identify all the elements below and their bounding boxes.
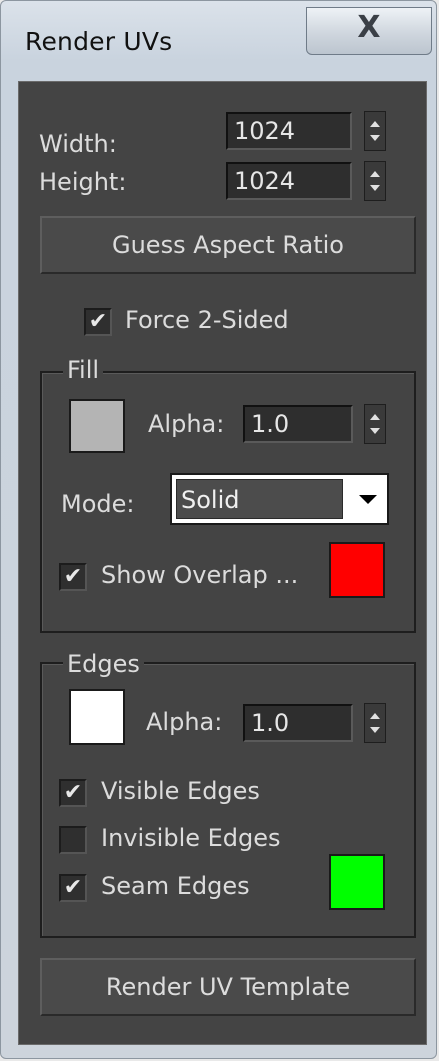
fill-alpha-label: Alpha: <box>148 410 225 438</box>
show-overlap-checkbox[interactable]: ✔ <box>59 563 87 591</box>
invisible-edges-checkbox[interactable] <box>59 826 87 854</box>
seam-edges-label: Seam Edges <box>101 872 250 900</box>
edges-alpha-input[interactable]: 1.0 <box>243 704 353 742</box>
fill-alpha-input[interactable]: 1.0 <box>243 405 353 443</box>
guess-aspect-ratio-button[interactable]: Guess Aspect Ratio <box>40 216 416 274</box>
width-input[interactable]: 1024 <box>226 112 352 150</box>
invisible-edges-label: Invisible Edges <box>101 824 281 852</box>
edges-color-swatch[interactable] <box>69 689 125 745</box>
visible-edges-label: Visible Edges <box>101 777 260 805</box>
spinner-up-icon[interactable] <box>370 413 380 420</box>
edges-group-label: Edges <box>63 650 144 678</box>
height-label: Height: <box>39 168 127 196</box>
close-icon: X <box>357 10 381 45</box>
visible-edges-checkbox[interactable]: ✔ <box>59 779 87 807</box>
spinner-down-icon[interactable] <box>370 428 380 435</box>
spinner-up-icon[interactable] <box>370 170 380 177</box>
spinner-down-icon[interactable] <box>370 727 380 734</box>
seam-edges-checkbox[interactable]: ✔ <box>59 874 87 902</box>
width-label: Width: <box>39 130 117 158</box>
edges-alpha-label: Alpha: <box>146 708 223 736</box>
overlap-color-swatch[interactable] <box>329 542 385 598</box>
checkmark-icon: ✔ <box>88 309 108 334</box>
checkmark-icon: ✔ <box>63 875 83 900</box>
mode-label: Mode: <box>61 490 135 518</box>
spinner-up-icon[interactable] <box>370 120 380 127</box>
dropdown-arrow-icon[interactable] <box>359 495 377 504</box>
edges-alpha-spinner[interactable] <box>364 703 386 743</box>
client-area: Width: 1024 Height: 1024 Guess Aspect Ra… <box>18 81 427 1045</box>
checkmark-icon: ✔ <box>63 564 83 589</box>
fill-group-label: Fill <box>63 356 104 384</box>
width-spinner[interactable] <box>364 111 386 151</box>
checkmark-icon: ✔ <box>63 780 83 805</box>
spinner-down-icon[interactable] <box>370 185 380 192</box>
close-button[interactable]: X <box>306 7 432 55</box>
show-overlap-label: Show Overlap ... <box>101 561 299 589</box>
height-input[interactable]: 1024 <box>226 162 352 200</box>
window-title: Render UVs <box>25 27 173 56</box>
render-uvs-window: Render UVs X Width: 1024 Height: 1024 Gu… <box>0 0 437 1059</box>
seam-color-swatch[interactable] <box>329 854 385 910</box>
mode-dropdown[interactable]: Solid <box>170 473 389 525</box>
height-spinner[interactable] <box>364 161 386 201</box>
render-uv-template-button[interactable]: Render UV Template <box>40 958 416 1016</box>
spinner-up-icon[interactable] <box>370 712 380 719</box>
force-2sided-label: Force 2-Sided <box>125 306 289 334</box>
mode-selected-value: Solid <box>176 479 343 519</box>
fill-color-swatch[interactable] <box>69 399 125 453</box>
spinner-down-icon[interactable] <box>370 135 380 142</box>
force-2sided-checkbox[interactable]: ✔ <box>84 308 112 336</box>
fill-alpha-spinner[interactable] <box>364 404 386 444</box>
